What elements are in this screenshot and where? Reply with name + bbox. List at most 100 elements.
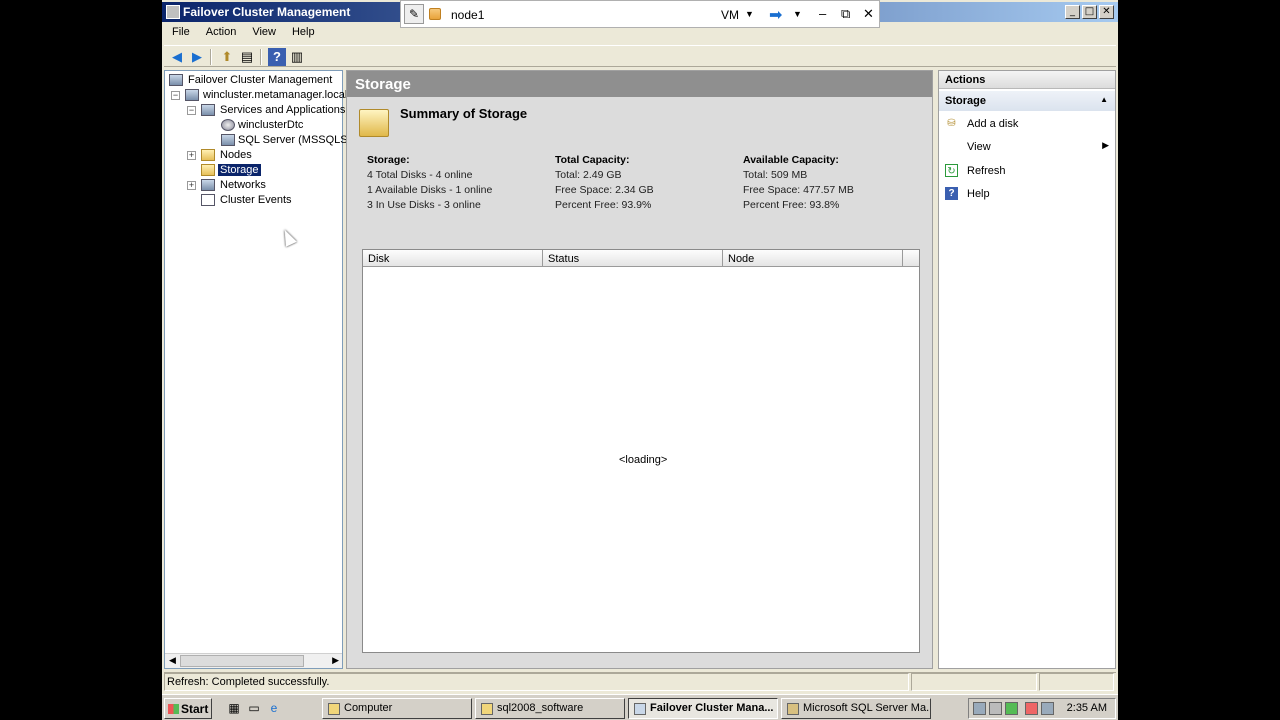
scroll-left-icon[interactable]: ◀ <box>169 655 176 666</box>
nodes-icon <box>201 149 215 161</box>
stat-line: Percent Free: 93.8% <box>743 199 840 211</box>
collapse-up-icon[interactable]: ▲ <box>1100 95 1108 104</box>
actions-section-storage[interactable]: Storage ▲ <box>939 91 1115 111</box>
help-icon[interactable]: ? <box>268 48 286 66</box>
clock[interactable]: 2:35 AM <box>1067 702 1107 714</box>
sql-server-icon <box>221 134 235 146</box>
tray-app-icon[interactable] <box>989 702 1002 715</box>
network-icon[interactable] <box>973 702 986 715</box>
vm-menu[interactable]: VM <box>721 8 739 22</box>
column-status[interactable]: Status <box>543 250 723 267</box>
internet-explorer-icon[interactable]: e <box>266 701 282 715</box>
networks-icon <box>201 179 215 191</box>
volume-icon[interactable] <box>1041 702 1054 715</box>
menu-help[interactable]: Help <box>284 24 323 42</box>
task-failover-cluster[interactable]: Failover Cluster Mana... <box>628 698 778 719</box>
back-icon[interactable]: ◀ <box>168 48 186 66</box>
folder-icon <box>328 703 340 715</box>
sql-tools-icon <box>787 703 799 715</box>
send-caret-icon[interactable]: ▼ <box>793 9 802 19</box>
cluster-manager-icon <box>169 74 183 86</box>
system-tray: 2:35 AM <box>968 698 1116 719</box>
task-label: sql2008_software <box>497 702 584 714</box>
summary-title: Summary of Storage <box>400 106 528 121</box>
scroll-right-icon[interactable]: ▶ <box>332 655 339 666</box>
vm-minimize-button[interactable]: – <box>819 6 826 21</box>
start-button[interactable]: Start <box>164 698 212 719</box>
vm-menu-caret-icon[interactable]: ▼ <box>745 9 754 19</box>
show-hide-tree-icon[interactable]: ▤ <box>238 48 256 66</box>
vm-restore-button[interactable]: ⧉ <box>841 6 850 22</box>
cluster-icon <box>634 703 646 715</box>
status-text: Refresh: Completed successfully. <box>164 673 909 691</box>
minimize-button[interactable]: _ <box>1065 5 1080 19</box>
security-icon[interactable] <box>1005 702 1018 715</box>
stat-line: 3 In Use Disks - 3 online <box>367 199 481 211</box>
action-label: Refresh <box>967 165 1006 177</box>
actions-pane: Actions Storage ▲ ⛁ Add a disk View ▶ ↻ … <box>938 70 1116 669</box>
tree-label-selected: Storage <box>218 164 261 176</box>
dtc-icon <box>221 119 235 131</box>
task-label: Failover Cluster Mana... <box>650 702 774 714</box>
stat-line: Total: 2.49 GB <box>555 169 622 181</box>
action-refresh[interactable]: ↻ Refresh <box>939 160 1115 182</box>
available-capacity-stats: Available Capacity: Total: 509 MB Free S… <box>743 153 854 213</box>
vm-close-button[interactable]: ✕ <box>863 6 874 22</box>
show-hide-action-pane-icon[interactable]: ▥ <box>288 48 306 66</box>
navigation-tree: Failover Cluster Management − wincluster… <box>164 70 355 669</box>
task-sql2008-software[interactable]: sql2008_software <box>475 698 625 719</box>
tray-alert-icon[interactable] <box>1025 702 1038 715</box>
collapse-icon[interactable]: − <box>171 91 180 100</box>
forward-icon[interactable]: ▶ <box>188 48 206 66</box>
tree-label: Failover Cluster Management <box>188 74 333 86</box>
menu-view[interactable]: View <box>244 24 284 42</box>
status-bar: Refresh: Completed successfully. <box>164 672 1116 691</box>
storage-icon <box>201 164 215 176</box>
task-label: Computer <box>344 702 393 714</box>
expand-icon[interactable]: + <box>187 181 196 190</box>
task-computer[interactable]: Computer <box>322 698 472 719</box>
stat-heading: Storage: <box>367 154 410 166</box>
tree-label: Nodes <box>220 149 252 161</box>
window-title: Failover Cluster Management <box>183 5 351 19</box>
up-icon[interactable]: ⬆ <box>218 48 236 66</box>
action-help[interactable]: ? Help <box>939 183 1115 205</box>
maximize-button[interactable]: □ <box>1082 5 1097 19</box>
pin-icon[interactable]: ✎ <box>404 4 424 24</box>
action-add-disk[interactable]: ⛁ Add a disk <box>939 113 1115 135</box>
collapse-icon[interactable]: − <box>187 106 196 115</box>
services-icon <box>201 104 215 116</box>
stat-heading: Total Capacity: <box>555 154 630 166</box>
loading-text: <loading> <box>619 454 668 466</box>
menu-action[interactable]: Action <box>198 24 245 42</box>
stat-line: Percent Free: 93.9% <box>555 199 652 211</box>
menu-file[interactable]: File <box>164 24 198 42</box>
storage-stats: Storage: 4 Total Disks - 4 online 1 Avai… <box>367 153 492 213</box>
send-arrow-icon[interactable]: ➡ <box>769 5 782 25</box>
task-sql-server-management[interactable]: Microsoft SQL Server Ma... <box>781 698 931 719</box>
task-label: Microsoft SQL Server Ma... <box>803 702 931 714</box>
server-manager-icon[interactable]: ▦ <box>226 701 242 715</box>
app-window: Failover Cluster Management _ □ ✕ ✎ node… <box>162 0 1118 720</box>
status-cell <box>911 673 1037 691</box>
storage-panel: Storage Summary of Storage Storage: 4 To… <box>346 70 933 669</box>
tree-horizontal-scrollbar[interactable]: ◀ ▶ <box>165 653 342 668</box>
scroll-thumb[interactable] <box>180 655 304 667</box>
tree-label: wincluster.metamanager.local <box>203 89 348 101</box>
column-disk[interactable]: Disk <box>363 250 543 267</box>
tree-label: Networks <box>220 179 266 191</box>
disk-list-header: Disk Status Node <box>363 250 919 267</box>
close-button[interactable]: ✕ <box>1099 5 1114 19</box>
total-capacity-stats: Total Capacity: Total: 2.49 GB Free Spac… <box>555 153 654 213</box>
add-disk-icon: ⛁ <box>947 118 956 129</box>
windows-flag-icon <box>168 704 179 714</box>
disk-list: Disk Status Node <loading> <box>362 249 920 653</box>
show-desktop-icon[interactable]: ▭ <box>246 701 262 715</box>
column-node[interactable]: Node <box>723 250 903 267</box>
action-label: Add a disk <box>967 118 1019 130</box>
action-label: Help <box>967 188 990 200</box>
section-label: Storage <box>945 95 986 107</box>
expand-icon[interactable]: + <box>187 151 196 160</box>
toolbar-separator <box>260 49 262 65</box>
action-view[interactable]: View ▶ <box>939 136 1115 158</box>
